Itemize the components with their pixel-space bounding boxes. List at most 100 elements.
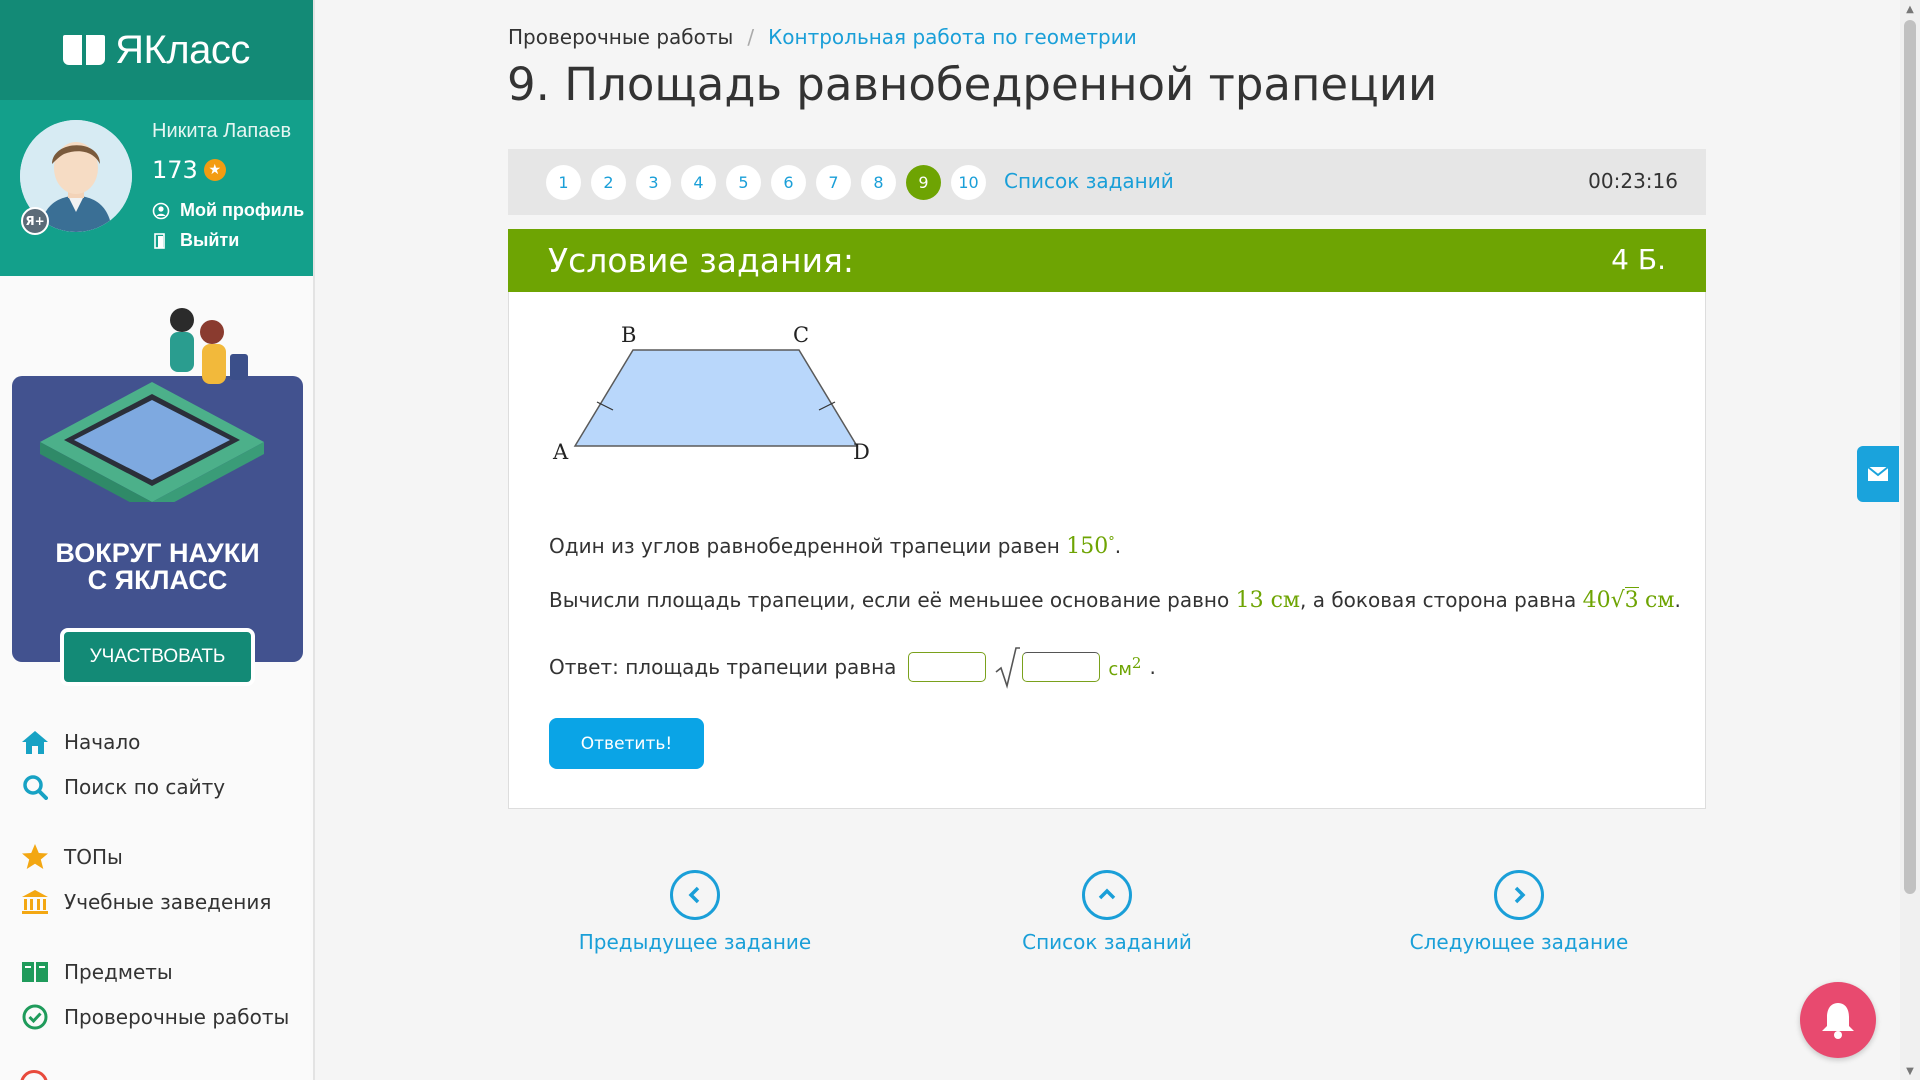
vertex-label-b: B [621, 323, 636, 347]
prev-task-label[interactable]: Предыдущее задание [579, 930, 811, 954]
logo[interactable]: ЯКласс [0, 0, 313, 100]
angle-value: 150 [1066, 534, 1109, 559]
scroll-thumb[interactable] [1904, 20, 1916, 894]
line1-end: . [1114, 534, 1122, 558]
breadcrumb-current[interactable]: Контрольная работа по геометрии [768, 25, 1137, 49]
task-list-nav[interactable]: Список заданий [957, 870, 1257, 954]
task-number-10[interactable]: 10 [951, 165, 986, 200]
answer-power: 2 [1131, 654, 1142, 672]
task-number-3[interactable]: 3 [636, 165, 671, 200]
profile-icon [152, 202, 170, 219]
check-circle-icon [20, 1002, 50, 1032]
base-value: 13 см [1235, 588, 1301, 613]
nav-item-subjects[interactable]: Предметы [20, 957, 173, 987]
scroll-down-arrow[interactable]: ▼ [1900, 1062, 1920, 1080]
nav-item-label: ТОПы [64, 845, 123, 869]
partial-nav-icon [20, 1070, 48, 1080]
task-header-title: Условие задания: [548, 241, 855, 280]
user-card: Никита Лапаев 173 ★ Мой профиль Выйти [0, 100, 313, 276]
nav-item-home[interactable]: Начало [20, 727, 140, 757]
breadcrumb-root[interactable]: Проверочные работы [508, 25, 733, 49]
promo-title: ВОКРУГ НАУКИ С ЯКЛАСС [0, 540, 313, 595]
logo-text: ЯКласс [115, 27, 250, 72]
coin-icon: ★ [203, 159, 226, 181]
logout-link[interactable]: Выйти [152, 230, 239, 251]
chevron-left-icon[interactable] [670, 870, 720, 920]
scroll-up-arrow[interactable]: ▲ [1900, 0, 1920, 18]
vertex-label-c: C [793, 323, 809, 347]
book-logo-icon [63, 35, 106, 65]
line1-text: Один из углов равнобедренной трапеции ра… [549, 534, 1060, 558]
task-number-8[interactable]: 8 [861, 165, 896, 200]
promo-title-line2: С ЯКЛАСС [87, 565, 228, 595]
answer-radicand-input[interactable] [1022, 652, 1101, 682]
breadcrumb-separator: / [747, 25, 755, 49]
task-number-9[interactable]: 9 [906, 165, 941, 200]
nav-item-label: Проверочные работы [64, 1005, 290, 1029]
nav-item-label: Поиск по сайту [64, 775, 226, 799]
chevron-right-icon[interactable] [1494, 870, 1544, 920]
task-number-1[interactable]: 1 [546, 165, 581, 200]
logout-icon [154, 232, 165, 249]
page-scrollbar[interactable]: ▲ ▼ [1900, 0, 1920, 1080]
next-task-nav[interactable]: Следующее задание [1369, 870, 1669, 954]
bell-icon [1822, 1003, 1854, 1039]
sidebar: ЯКласс Никита Лапаев 173 ★ Мой профиль В… [0, 0, 315, 1080]
mail-icon [1867, 466, 1889, 481]
logout-link-label: Выйти [180, 230, 240, 250]
task-number-5[interactable]: 5 [726, 165, 761, 200]
user-points: 173 ★ [152, 156, 226, 184]
task-list-label[interactable]: Список заданий [1022, 930, 1192, 954]
profile-link-label: Мой профиль [180, 200, 305, 220]
task-line-2: Вычисли площадь трапеции, если её меньше… [549, 587, 1681, 613]
home-icon [20, 727, 50, 757]
prev-task-nav[interactable]: Предыдущее задание [545, 870, 845, 954]
school-icon [20, 887, 50, 917]
side-unit: см [1645, 588, 1675, 613]
search-icon [20, 772, 50, 802]
answer-unit: см2 [1108, 654, 1141, 680]
task-number-6[interactable]: 6 [771, 165, 806, 200]
task-list-link[interactable]: Список заданий [1004, 169, 1174, 193]
answer-coefficient-input[interactable] [908, 652, 987, 682]
promo-banner[interactable] [12, 302, 303, 662]
vertex-label-a: A [552, 440, 569, 464]
points-value: 173 [152, 156, 198, 184]
nav-item-tests[interactable]: Проверочные работы [20, 1002, 289, 1032]
task-header: Условие задания: 4 Б. [508, 229, 1706, 292]
feedback-mail-button[interactable] [1857, 446, 1899, 502]
user-name: Никита Лапаев [152, 120, 292, 142]
task-body: A B C D Один из углов равнобедренной тра… [508, 292, 1706, 809]
answer-text: Ответ: площадь трапеции равна [549, 655, 897, 679]
side-root: 3 [1624, 587, 1639, 613]
chevron-up-icon[interactable] [1082, 870, 1132, 920]
nav-item-label: Предметы [64, 960, 173, 984]
plus-badge: Я+ [21, 207, 49, 235]
page-title: 9. Площадь равнобедренной трапеции [507, 58, 1438, 111]
next-task-label[interactable]: Следующее задание [1410, 930, 1629, 954]
answer-unit-text: см [1108, 659, 1132, 680]
radical-sign-icon [995, 647, 1021, 689]
task-number-4[interactable]: 4 [681, 165, 716, 200]
line2-text: Вычисли площадь трапеции, если её меньше… [549, 588, 1230, 612]
answer-end: . [1149, 655, 1156, 679]
submit-answer-button[interactable]: Ответить! [549, 718, 704, 769]
vertex-label-d: D [853, 440, 870, 464]
nav-item-tops[interactable]: ТОПы [20, 842, 123, 872]
star-icon [20, 842, 50, 872]
side-coefficient: 40 [1582, 588, 1611, 613]
task-navigation: 1 2 3 4 5 6 7 8 9 10 Список заданий 00:2… [508, 149, 1706, 215]
line2-end: . [1674, 588, 1681, 612]
sqrt-symbol: √ [1610, 588, 1625, 613]
notifications-button[interactable] [1800, 982, 1876, 1058]
task-number-2[interactable]: 2 [591, 165, 626, 200]
answer-line: Ответ: площадь трапеции равна см2. [549, 644, 1156, 690]
profile-link[interactable]: Мой профиль [152, 200, 304, 221]
task-number-7[interactable]: 7 [816, 165, 851, 200]
line2-mid: , а боковая сторона равна [1300, 588, 1577, 612]
nav-item-label: Начало [64, 730, 141, 754]
nav-item-schools[interactable]: Учебные заведения [20, 887, 271, 917]
trapezoid-figure: A B C D [552, 323, 870, 464]
nav-item-search[interactable]: Поиск по сайту [20, 772, 225, 802]
participate-button[interactable]: УЧАСТВОВАТЬ [60, 628, 255, 686]
